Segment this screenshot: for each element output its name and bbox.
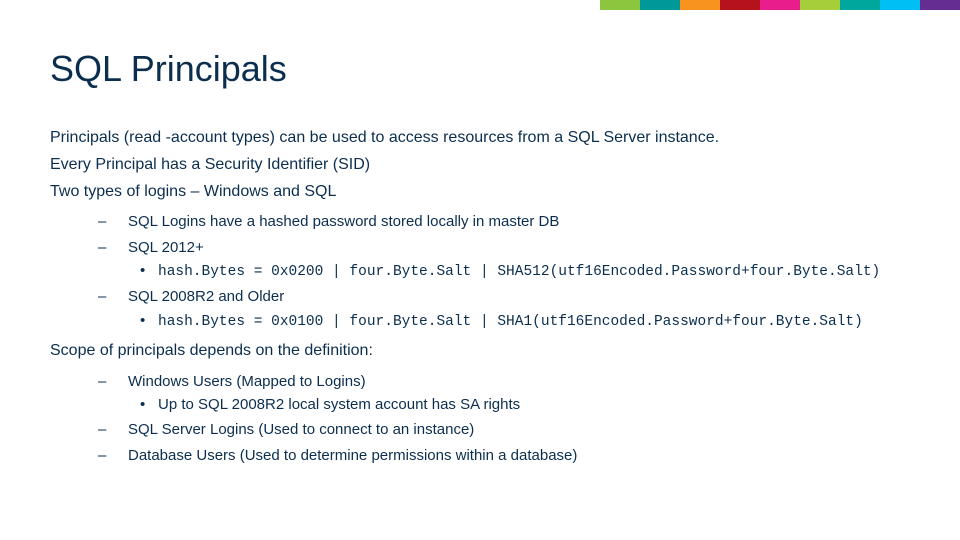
list-item: hash.Bytes = 0x0200 | four.Byte.Salt | S… (128, 259, 910, 283)
list-item-label: Windows Users (Mapped to Logins) (128, 373, 366, 390)
list-item: Database Users (Used to determine permis… (50, 444, 910, 467)
intro-line: Principals (read -account types) can be … (50, 126, 910, 151)
code-text: hash.Bytes = 0x0100 | four.Byte.Salt | S… (158, 314, 863, 330)
list-item: Up to SQL 2008R2 local system account ha… (128, 393, 910, 416)
list-item: Windows Users (Mapped to Logins) Up to S… (50, 370, 910, 417)
list-item-label: SQL 2008R2 and Older (128, 288, 284, 305)
list-item: hash.Bytes = 0x0100 | four.Byte.Salt | S… (128, 309, 910, 333)
list-item: SQL 2012+ hash.Bytes = 0x0200 | four.Byt… (50, 236, 910, 284)
list-item: SQL Server Logins (Used to connect to an… (50, 418, 910, 441)
intro-line: Two types of logins – Windows and SQL (50, 180, 910, 205)
intro-line: Every Principal has a Security Identifie… (50, 153, 910, 178)
code-text: hash.Bytes = 0x0200 | four.Byte.Salt | S… (158, 264, 880, 280)
slide-title: SQL Principals (50, 48, 910, 90)
scope-list: Windows Users (Mapped to Logins) Up to S… (50, 370, 910, 467)
brand-color-strip (600, 0, 960, 10)
slide-content: SQL Principals Principals (read -account… (0, 0, 960, 467)
list-item: SQL 2008R2 and Older hash.Bytes = 0x0100… (50, 285, 910, 333)
intro-block: Principals (read -account types) can be … (50, 126, 910, 204)
logins-list: SQL Logins have a hashed password stored… (50, 210, 910, 333)
list-item: SQL Logins have a hashed password stored… (50, 210, 910, 233)
scope-heading: Scope of principals depends on the defin… (50, 339, 910, 364)
list-item-label: SQL 2012+ (128, 239, 204, 256)
